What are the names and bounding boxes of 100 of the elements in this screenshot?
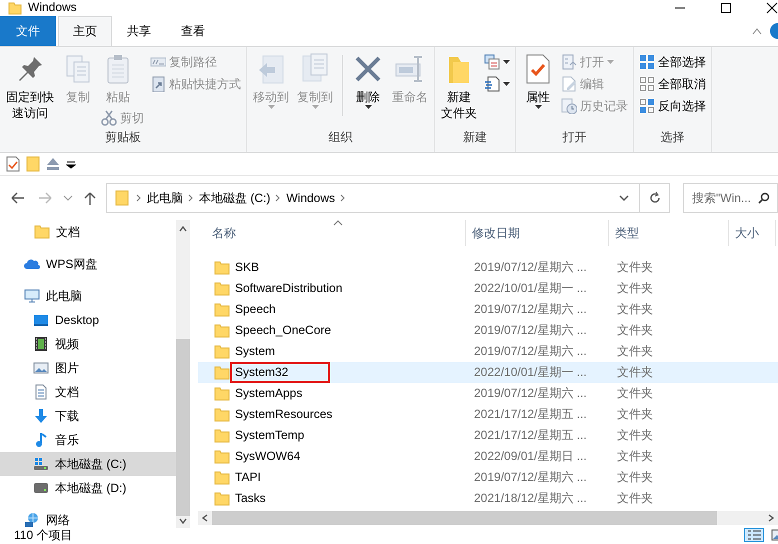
ribbon-button[interactable]: 固定到快 速访问	[3, 51, 57, 123]
file-row[interactable]: System32 2022/10/01/星期一 ... 文件夹	[198, 362, 778, 383]
file-type: 文件夹	[616, 407, 654, 422]
file-name: System	[234, 343, 276, 360]
file-type: 文件夹	[616, 470, 654, 485]
chevron-down-icon	[619, 194, 629, 202]
nav-pane-item[interactable]: 下载	[0, 404, 176, 428]
file-row[interactable]: System 2019/07/12/星期六 ... 文件夹	[198, 341, 778, 362]
file-row[interactable]: SKB 2019/07/12/星期六 ... 文件夹	[198, 257, 778, 278]
ribbon-button[interactable]: 全部选择	[637, 51, 708, 73]
column-header[interactable]: 修改日期	[466, 220, 609, 246]
nav-pane-item[interactable]: 图片	[0, 356, 176, 380]
file-name: SysWOW64	[234, 448, 302, 465]
scrollbar-thumb[interactable]	[212, 511, 717, 525]
modified-date: 2019/07/12/星期六 ...	[473, 386, 588, 401]
scroll-down-icon[interactable]	[179, 518, 187, 524]
file-name: SoftwareDistribution	[234, 280, 344, 297]
nav-pane-item[interactable]: 音乐	[0, 428, 176, 452]
sort-ascending-icon	[333, 220, 343, 226]
breadcrumb-link[interactable]: 本地磁盘 (C:)	[195, 190, 274, 206]
ribbon-tab[interactable]: 查看	[166, 16, 220, 46]
document-icon	[33, 384, 49, 400]
ribbon-button[interactable]: 删除	[349, 51, 387, 111]
file-type: 文件夹	[616, 260, 654, 275]
nav-pane-item[interactable]: 本地磁盘 (D:)	[0, 476, 176, 500]
column-header[interactable]: 大小	[729, 220, 776, 246]
address-bar[interactable]: 此电脑 本地磁盘 (C:) Windows	[106, 183, 670, 213]
ribbon-button[interactable]: 全部取消	[637, 73, 708, 95]
folder-icon	[34, 224, 50, 240]
folder-icon	[214, 280, 230, 296]
file-name: TAPI	[234, 469, 262, 486]
ribbon-tab[interactable]: 主页	[58, 16, 112, 46]
select-all-icon	[639, 54, 655, 70]
file-row[interactable]: Tasks 2021/18/12/星期六 ... 文件夹	[198, 488, 778, 509]
file-row[interactable]: SysWOW64 2022/09/01/星期日 ... 文件夹	[198, 446, 778, 467]
details-view-button[interactable]	[744, 528, 764, 542]
file-row[interactable]: SoftwareDistribution 2022/10/01/星期一 ... 文件夹	[198, 278, 778, 299]
breadcrumb-link[interactable]: 此电脑	[143, 190, 187, 206]
customize-toolbar-icon[interactable]	[66, 159, 76, 169]
ribbon-button[interactable]: 反向选择	[637, 95, 708, 117]
file-type: 文件夹	[616, 449, 654, 464]
new-item-icon	[484, 54, 500, 70]
nav-pane-item[interactable]: WPS网盘	[0, 252, 176, 276]
nav-pane-item[interactable]: 文档	[0, 220, 176, 244]
nav-pane-item[interactable]: 视频	[0, 332, 176, 356]
ribbon-button[interactable]: 新建 文件夹	[438, 51, 480, 123]
modified-date: 2022/09/01/星期日 ...	[473, 449, 588, 464]
music-note-icon	[33, 432, 49, 448]
modified-date: 2019/07/12/星期六 ...	[473, 470, 588, 485]
ribbon-button[interactable]: 属性	[519, 51, 557, 111]
nav-pane-item[interactable]: 此电脑	[0, 284, 176, 308]
scroll-right-icon[interactable]	[768, 514, 774, 522]
modified-date: 2019/07/12/星期六 ...	[473, 344, 588, 359]
file-name: System32	[230, 362, 330, 383]
folder-icon	[214, 428, 230, 444]
item-count: 110 个项目	[13, 528, 72, 542]
history-icon	[561, 98, 577, 114]
chevron-right-icon	[135, 194, 143, 202]
modified-date: 2021/18/12/星期六 ...	[473, 491, 588, 506]
scroll-left-icon[interactable]	[202, 514, 208, 522]
modified-date: 2019/07/12/星期六 ...	[473, 302, 588, 317]
file-row[interactable]: Speech 2019/07/12/星期六 ... 文件夹	[198, 299, 778, 320]
film-icon	[33, 336, 49, 352]
scissors-icon	[101, 110, 117, 126]
file-name: Speech_OneCore	[234, 322, 332, 339]
properties-icon[interactable]	[6, 156, 20, 172]
image-icon	[33, 360, 49, 376]
folder-icon	[214, 386, 230, 402]
nav-pane-item[interactable]: 本地磁盘 (C:)	[0, 452, 176, 476]
group-title: 选择	[660, 130, 686, 146]
search-field[interactable]: 搜索"Win...	[683, 183, 778, 213]
network-globe-icon	[24, 512, 40, 528]
file-type: 文件夹	[616, 302, 654, 317]
breadcrumb-link[interactable]: Windows	[282, 190, 340, 206]
file-menu-tab[interactable]: 文件	[0, 16, 56, 46]
scrollbar-thumb[interactable]	[176, 339, 190, 516]
eject-icon[interactable]	[46, 157, 60, 171]
scroll-up-icon[interactable]	[179, 226, 187, 232]
back-arrow-icon	[10, 191, 26, 205]
modified-date: 2019/07/12/星期六 ...	[473, 260, 588, 275]
file-row[interactable]: SystemTemp 2021/17/12/星期五 ... 文件夹	[198, 425, 778, 446]
folder-icon	[214, 490, 230, 506]
details-list-icon	[746, 529, 762, 541]
file-row[interactable]: SystemApps 2019/07/12/星期六 ... 文件夹	[198, 383, 778, 404]
chevron-right-icon	[274, 194, 282, 202]
nav-pane-item[interactable]: 网络	[0, 508, 176, 528]
nav-pane-item[interactable]: 文档	[0, 380, 176, 404]
forward-arrow-icon	[37, 191, 53, 205]
window-title: Windows	[28, 0, 77, 15]
collapse-ribbon-icon[interactable]	[752, 27, 762, 35]
file-row[interactable]: TAPI 2019/07/12/星期六 ... 文件夹	[198, 467, 778, 488]
nav-pane-item[interactable]: Desktop	[0, 308, 176, 332]
ribbon-tab[interactable]: 共享	[112, 16, 166, 46]
file-row[interactable]: SystemResources 2021/17/12/星期五 ... 文件夹	[198, 404, 778, 425]
column-header[interactable]: 类型	[609, 220, 729, 246]
group-title: 组织	[328, 130, 354, 146]
folder-icon	[214, 302, 230, 318]
file-type: 文件夹	[616, 491, 654, 506]
column-header[interactable]: 名称	[198, 220, 466, 246]
file-row[interactable]: Speech_OneCore 2019/07/12/星期六 ... 文件夹	[198, 320, 778, 341]
